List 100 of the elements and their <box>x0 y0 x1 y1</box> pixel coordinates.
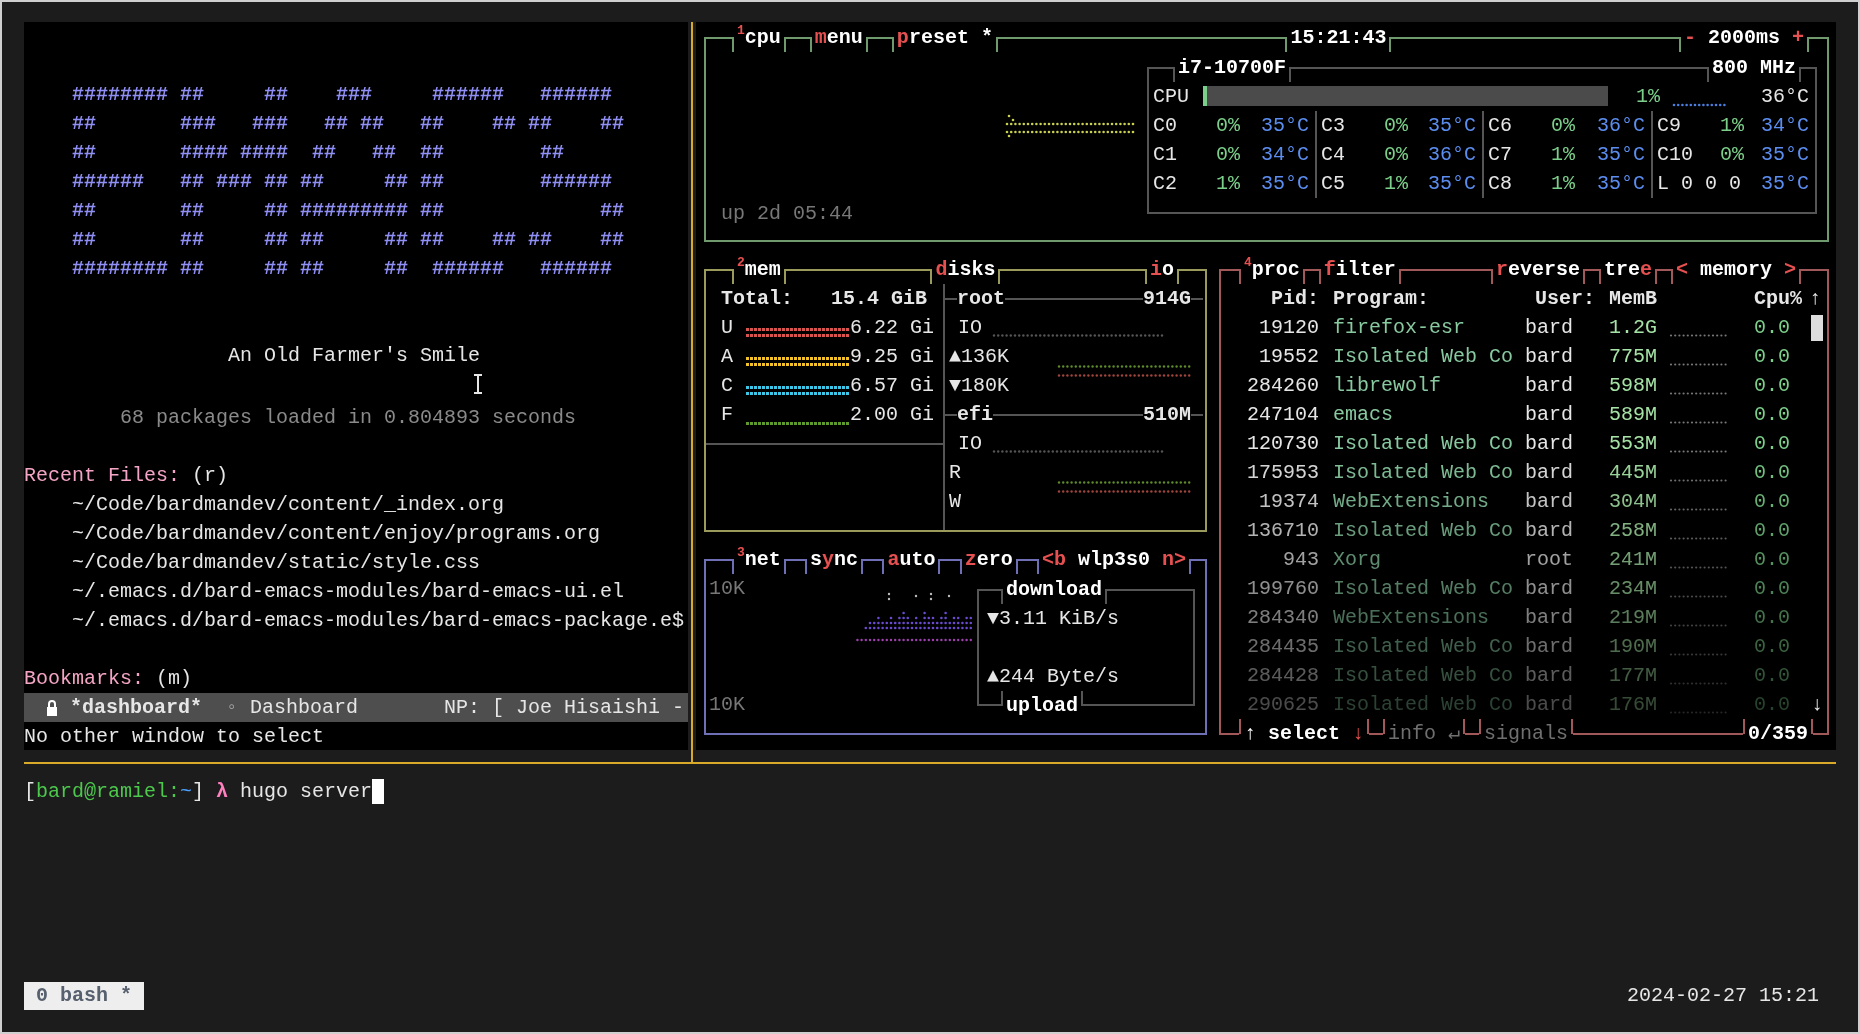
shortcut-key: (r) <box>192 461 229 490</box>
program-cell-text: Isolated Web Co <box>1333 431 1515 457</box>
memory-cell-text: 553M <box>1608 431 1657 457</box>
cpu-cell-text: 0.0 <box>1753 460 1791 486</box>
program-cell-text: Isolated Web Co <box>1333 634 1515 660</box>
upload-rate: ▲244 Byte/s <box>986 664 1121 690</box>
disk-io-label: ▲136K <box>949 344 1009 370</box>
column-header[interactable]: Pid: <box>1221 284 1333 313</box>
cpu-cell-text: 0.0 <box>1753 576 1791 602</box>
memory-row-label: C <box>721 373 734 399</box>
load-message: 68 packages loaded in 0.804893 seconds <box>119 405 578 431</box>
scroll-down-arrow[interactable]: ↓ <box>1802 690 1827 719</box>
core-temperature: 35°C <box>1261 171 1310 197</box>
memory-history-graph <box>1669 653 1728 656</box>
user-cell-text: bard <box>1525 518 1574 544</box>
memory-cell-text: 177M <box>1608 663 1657 689</box>
column-header[interactable]: Cpu% <box>1742 284 1802 313</box>
tmux-window-tab[interactable]: 0 bash * <box>24 981 144 1010</box>
memory-cell-text: 304M <box>1608 489 1657 515</box>
core-percent: 0% <box>1719 142 1744 168</box>
panel-tab[interactable]: $^{1}$cpu <box>732 23 786 52</box>
memory-history-graph <box>1669 711 1728 714</box>
column-header[interactable]: User: <box>1525 284 1602 313</box>
memory-history-graph <box>1669 334 1728 337</box>
core-temperature: 35°C <box>1428 113 1477 139</box>
column-header[interactable]: MemB <box>1602 284 1657 313</box>
memory-row-value: 6.57 Gi <box>850 373 934 399</box>
memory-history-graph <box>1669 537 1728 540</box>
column-header[interactable]: Program: <box>1333 284 1525 313</box>
program-cell-text: Isolated Web Co <box>1333 692 1515 718</box>
user-cell-text: bard <box>1525 315 1574 341</box>
core-percent: 1% <box>1383 171 1408 197</box>
modified-indicator: ◦ <box>226 695 239 721</box>
core-temperature: 35°C <box>1761 171 1810 197</box>
user-cell-text: bard <box>1525 692 1574 718</box>
disk-io-label: R <box>949 460 961 486</box>
pid-cell-text: 943 <box>1282 547 1320 573</box>
core-percent: 0% <box>1383 142 1408 168</box>
core-percent: 0% <box>1383 113 1408 139</box>
scrollbar-thumb[interactable] <box>1811 315 1823 341</box>
cpu-cell-text: 0.0 <box>1753 431 1791 457</box>
core-name: C3 <box>1321 113 1346 139</box>
program-cell-text: Isolated Web Co <box>1333 576 1515 602</box>
cpu-label: CPU <box>1153 84 1189 110</box>
core-name: C0 <box>1153 113 1178 139</box>
graph-scale-label: 10K <box>709 576 746 602</box>
disk-io-label: IO <box>958 431 982 457</box>
recent-file-link[interactable]: ~/Code/bardmandev/content/_index.org <box>24 490 688 519</box>
disk-size: 510M <box>1143 402 1191 428</box>
recent-file-link[interactable]: ~/.emacs.d/bard-emacs-modules/bard-emacs-package.e$ <box>24 606 688 635</box>
panel-tab[interactable]: $^{3}$net <box>732 545 786 574</box>
core-temperature: 35°C <box>1428 171 1477 197</box>
shortcut-key: (m) <box>156 664 193 693</box>
pid-cell-text: 175953 <box>1246 460 1320 486</box>
recent-file-link[interactable]: ~/Code/bardmandev/content/enjoy/programs.org <box>24 519 688 548</box>
recent-file-link[interactable]: ~/.emacs.d/bard-emacs-modules/bard-emacs-ui.el <box>24 577 688 606</box>
memory-cell-text: 598M <box>1608 373 1657 399</box>
dashboard-title: An Old Farmer's Smile <box>227 343 482 369</box>
memory-cell-text: 775M <box>1608 344 1657 370</box>
memory-history-graph <box>1669 595 1728 598</box>
memory-row-label: U <box>721 315 734 341</box>
memory-cell-text: 241M <box>1608 547 1657 573</box>
program-cell-text: emacs <box>1333 402 1394 428</box>
memory-row-value: 6.22 Gi <box>850 315 934 341</box>
disk-io-label: ▼180K <box>949 373 1009 399</box>
memory-cell-text: 1.2G <box>1608 315 1657 341</box>
program-cell-text: Xorg <box>1333 547 1382 573</box>
scroll-up-arrow[interactable]: ↑ <box>1802 284 1827 313</box>
memory-total-label: Total: <box>721 286 793 312</box>
disk-name: root <box>957 286 1005 312</box>
core-temperature: 36°C <box>1428 142 1477 168</box>
core-name: C8 <box>1488 171 1513 197</box>
user-cell-text: bard <box>1525 576 1574 602</box>
cpu-temperature: 36°C <box>1761 84 1810 110</box>
pid-cell-text: 290625 <box>1246 692 1320 718</box>
core-percent: 1% <box>1550 171 1575 197</box>
core-name: C10 <box>1657 142 1693 168</box>
memory-row-label: A <box>721 344 734 370</box>
now-playing-text: NP: [ Joe Hisaishi - <box>443 695 684 721</box>
cpu-cell-text: 0.0 <box>1753 692 1791 718</box>
memory-history-graph <box>1669 624 1728 627</box>
user-cell-text: bard <box>1525 373 1574 399</box>
core-name: C2 <box>1153 171 1178 197</box>
ibeam-cursor-icon <box>473 374 483 394</box>
core-percent: 1% <box>1719 113 1744 139</box>
cpu-percent: 1% <box>1635 84 1660 110</box>
memory-total-value: 15.4 GiB <box>831 286 928 312</box>
panel-tab[interactable]: $^{2}$mem <box>732 255 786 284</box>
section-heading: Bookmarks: <box>24 666 145 692</box>
cpu-cell-text: 0.0 <box>1753 373 1791 399</box>
memory-cell-text: 234M <box>1608 576 1657 602</box>
core-percent: 1% <box>1215 171 1240 197</box>
core-temperature: 35°C <box>1761 142 1810 168</box>
core-temperature: 34°C <box>1261 142 1310 168</box>
shell-prompt: [bard@ramiel:~] <box>24 779 205 805</box>
cpu-cell-text: 0.0 <box>1753 634 1791 660</box>
recent-file-link[interactable]: ~/Code/bardmandev/static/style.css <box>24 548 688 577</box>
core-name: C9 <box>1657 113 1682 139</box>
panel-tab[interactable]: $^{4}$proc <box>1239 255 1305 284</box>
pid-cell-text: 284428 <box>1246 663 1320 689</box>
